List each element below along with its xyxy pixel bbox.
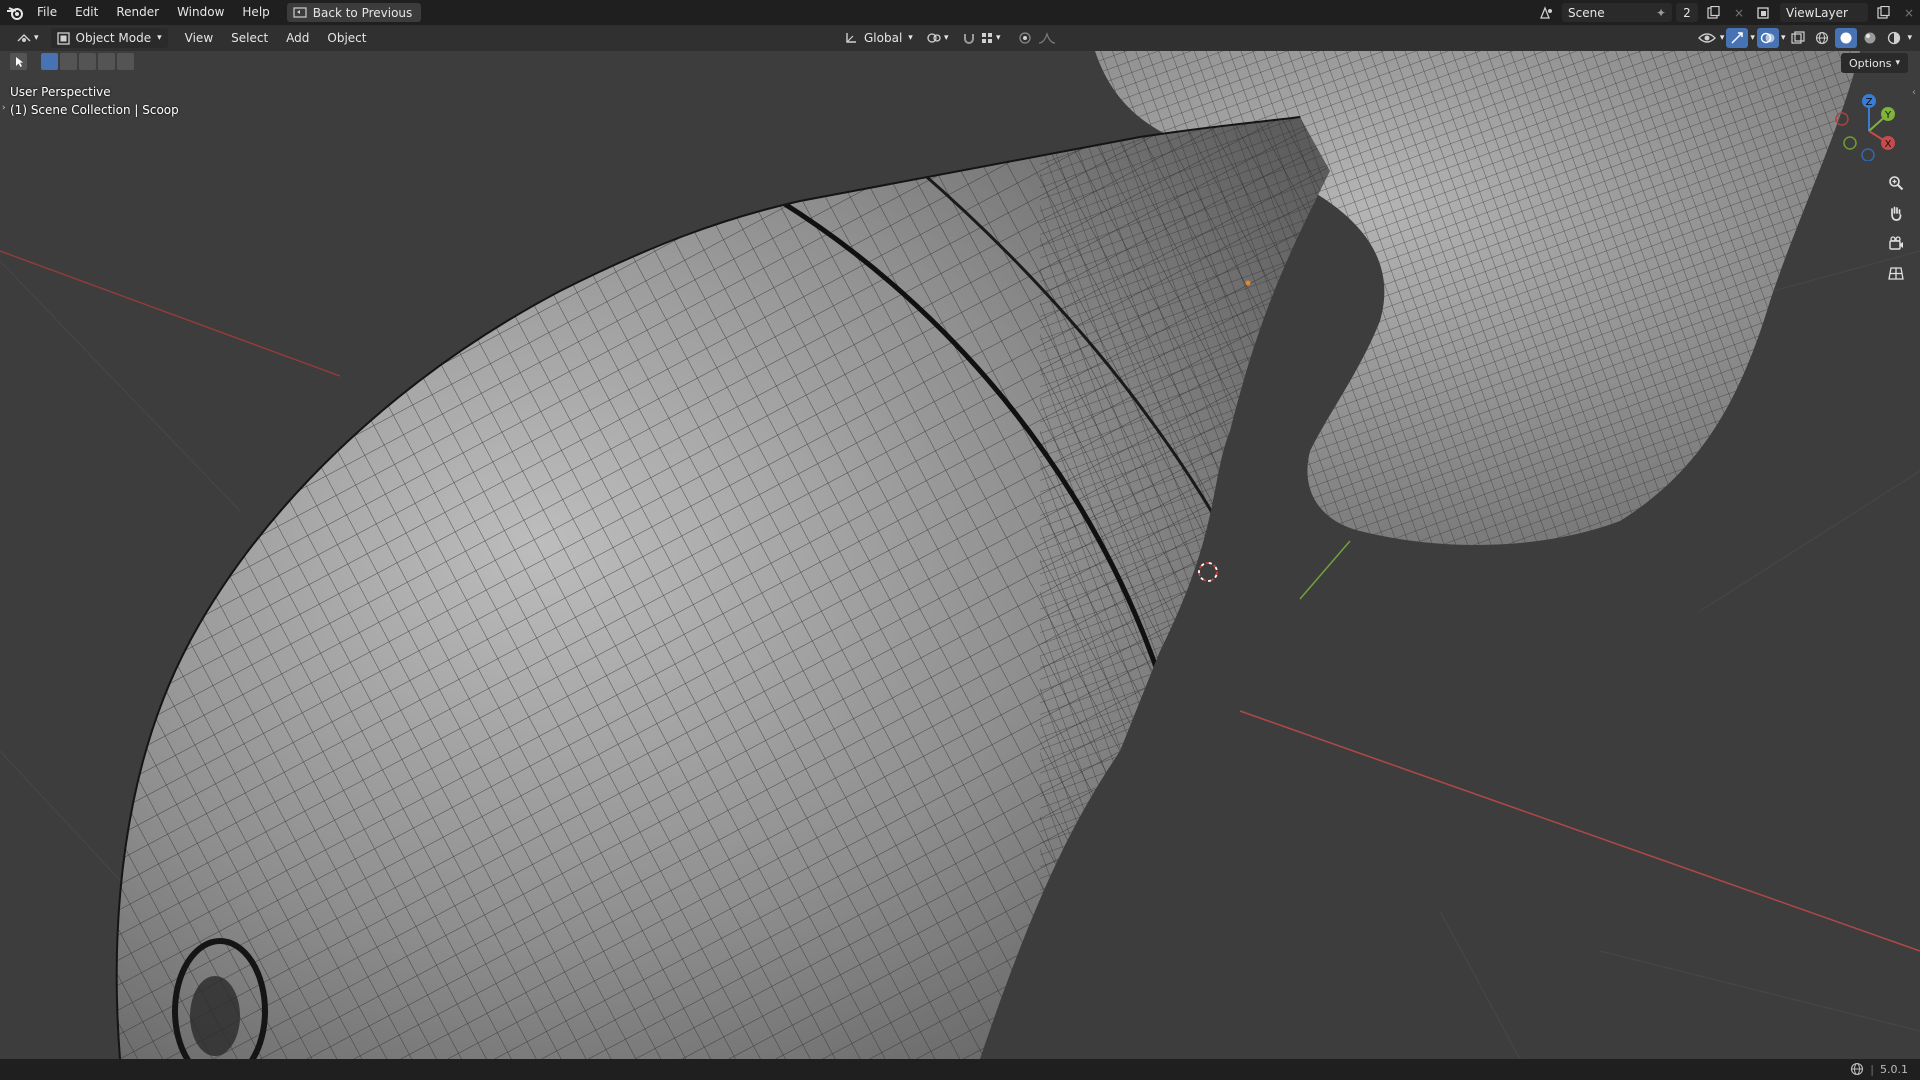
globe-icon [1851, 1062, 1864, 1076]
chevron-down-icon: ▾ [908, 33, 913, 43]
menu-window[interactable]: Window [168, 0, 233, 25]
select-new-icon[interactable] [41, 53, 58, 70]
select-tool-group [10, 53, 134, 70]
viewlayer-name-field[interactable]: ViewLayer [1780, 3, 1868, 22]
viewlayer-selector-icon[interactable] [1754, 3, 1776, 23]
navigation-gizmo[interactable]: Z Y X [1830, 91, 1900, 161]
gizmo-z-label: Z [1866, 97, 1873, 108]
viewlayer-name: ViewLayer [1786, 5, 1848, 20]
chevron-down-icon: ▾ [944, 33, 949, 43]
overlays-toggle-icon[interactable] [1756, 28, 1779, 48]
material-preview-icon[interactable] [1859, 28, 1881, 48]
viewport-scene[interactable] [0, 51, 1920, 1059]
gizmo-toggle-icon[interactable] [1726, 28, 1749, 48]
new-scene-icon[interactable] [1702, 3, 1724, 23]
version-separator: | [1870, 1062, 1874, 1076]
y-axis-line [1299, 540, 1351, 600]
select-tool-icon[interactable] [10, 53, 27, 70]
expand-chevron-icon[interactable]: › [2, 103, 6, 113]
mode-dropdown[interactable]: Object Mode ▾ [50, 28, 168, 48]
chevron-down-icon: ▾ [34, 33, 39, 43]
scene-users-count: 2 [1676, 3, 1698, 22]
chevron-down-icon[interactable]: ▾ [1781, 33, 1786, 43]
chevron-down-icon: ▾ [157, 33, 162, 43]
perspective-label: User Perspective [10, 85, 111, 99]
camera-view-icon[interactable] [1884, 231, 1908, 255]
pivot-icon [927, 33, 941, 43]
options-dropdown[interactable]: Options ▾ [1841, 53, 1908, 73]
transform-orientation-dropdown[interactable]: Global ▾ [838, 28, 919, 48]
pan-hand-icon[interactable] [1884, 201, 1908, 225]
options-label: Options [1849, 56, 1892, 70]
menu-add[interactable]: Add [277, 31, 318, 45]
3d-cursor-icon [1198, 562, 1218, 582]
select-subtract-icon[interactable] [79, 53, 96, 70]
pivot-point-dropdown[interactable]: ▾ [920, 28, 955, 48]
editor-type-icon [17, 34, 31, 42]
pin-icon[interactable]: ✦ [1656, 6, 1666, 20]
snap-target-dropdown[interactable]: ▾ [974, 28, 1007, 48]
scene-name-field[interactable]: Scene ✦ [1562, 3, 1672, 22]
sidebar-toggle-icon[interactable]: ‹ [1912, 87, 1920, 101]
orientation-icon [846, 33, 856, 43]
falloff-curve-icon [1038, 32, 1056, 44]
x-axis-line [1239, 710, 1920, 952]
menu-render[interactable]: Render [107, 0, 168, 25]
new-viewlayer-icon[interactable] [1872, 3, 1894, 23]
menu-select[interactable]: Select [222, 31, 277, 45]
perspective-toggle-icon[interactable] [1884, 261, 1908, 285]
chevron-down-icon: ▾ [1895, 58, 1900, 68]
back-to-previous-button[interactable]: Back to Previous [286, 3, 422, 22]
xray-toggle-icon[interactable] [1787, 28, 1809, 48]
screen-icon [293, 6, 307, 18]
zoom-icon[interactable] [1884, 171, 1908, 195]
scene-selector-icon[interactable] [1536, 3, 1558, 23]
rendered-shading-icon[interactable] [1883, 28, 1905, 48]
collection-label: (1) Scene Collection | Scoop [10, 103, 179, 117]
blender-logo-icon[interactable] [2, 0, 28, 25]
proportional-edit-icon [1019, 32, 1031, 44]
orientation-label: Global [864, 31, 903, 45]
mesh-scoop-body [116, 117, 1331, 1059]
menu-edit[interactable]: Edit [66, 0, 107, 25]
menu-object[interactable]: Object [318, 31, 375, 45]
viewport-header: ▾ Object Mode ▾ View Select Add Object G… [0, 25, 1920, 51]
falloff-dropdown[interactable] [1032, 28, 1062, 48]
menu-view[interactable]: View [176, 31, 222, 45]
status-bar: | 5.0.1 [0, 1059, 1920, 1080]
gizmo-x-label: X [1885, 139, 1892, 150]
snap-grid-icon [982, 33, 992, 43]
chevron-down-icon[interactable]: ▾ [1750, 33, 1755, 43]
object-mode-icon [56, 31, 70, 45]
viewport-shading-controls: ▾ ▾ ▾ ▾ [1696, 28, 1920, 48]
select-extend-icon[interactable] [60, 53, 77, 70]
chevron-down-icon: ▾ [996, 33, 1001, 43]
remove-scene-icon[interactable]: × [1728, 3, 1750, 23]
object-origin [1245, 280, 1251, 286]
editor-type-dropdown[interactable]: ▾ [10, 28, 45, 48]
menu-file[interactable]: File [28, 0, 66, 25]
version-label: 5.0.1 [1880, 1062, 1908, 1076]
chevron-down-icon[interactable]: ▾ [1907, 33, 1912, 43]
scene-controls: Scene ✦ 2 × ViewLayer × [1536, 0, 1920, 25]
back-button-label: Back to Previous [312, 5, 413, 20]
wireframe-shading-icon[interactable] [1811, 28, 1833, 48]
mode-label: Object Mode [75, 31, 152, 45]
top-bar: File Edit Render Window Help Back to Pre… [0, 0, 1920, 25]
solid-shading-icon[interactable] [1835, 28, 1858, 48]
remove-viewlayer-icon[interactable]: × [1898, 3, 1920, 23]
select-invert-icon[interactable] [98, 53, 115, 70]
scene-name: Scene [1568, 5, 1605, 20]
visibility-dropdown-icon[interactable] [1696, 28, 1718, 48]
3d-viewport[interactable]: User Perspective (1) Scene Collection | … [0, 51, 1920, 1059]
gizmo-y-label: Y [1884, 110, 1892, 121]
chevron-down-icon[interactable]: ▾ [1720, 33, 1725, 43]
select-intersect-icon[interactable] [117, 53, 134, 70]
menu-help[interactable]: Help [233, 0, 278, 25]
